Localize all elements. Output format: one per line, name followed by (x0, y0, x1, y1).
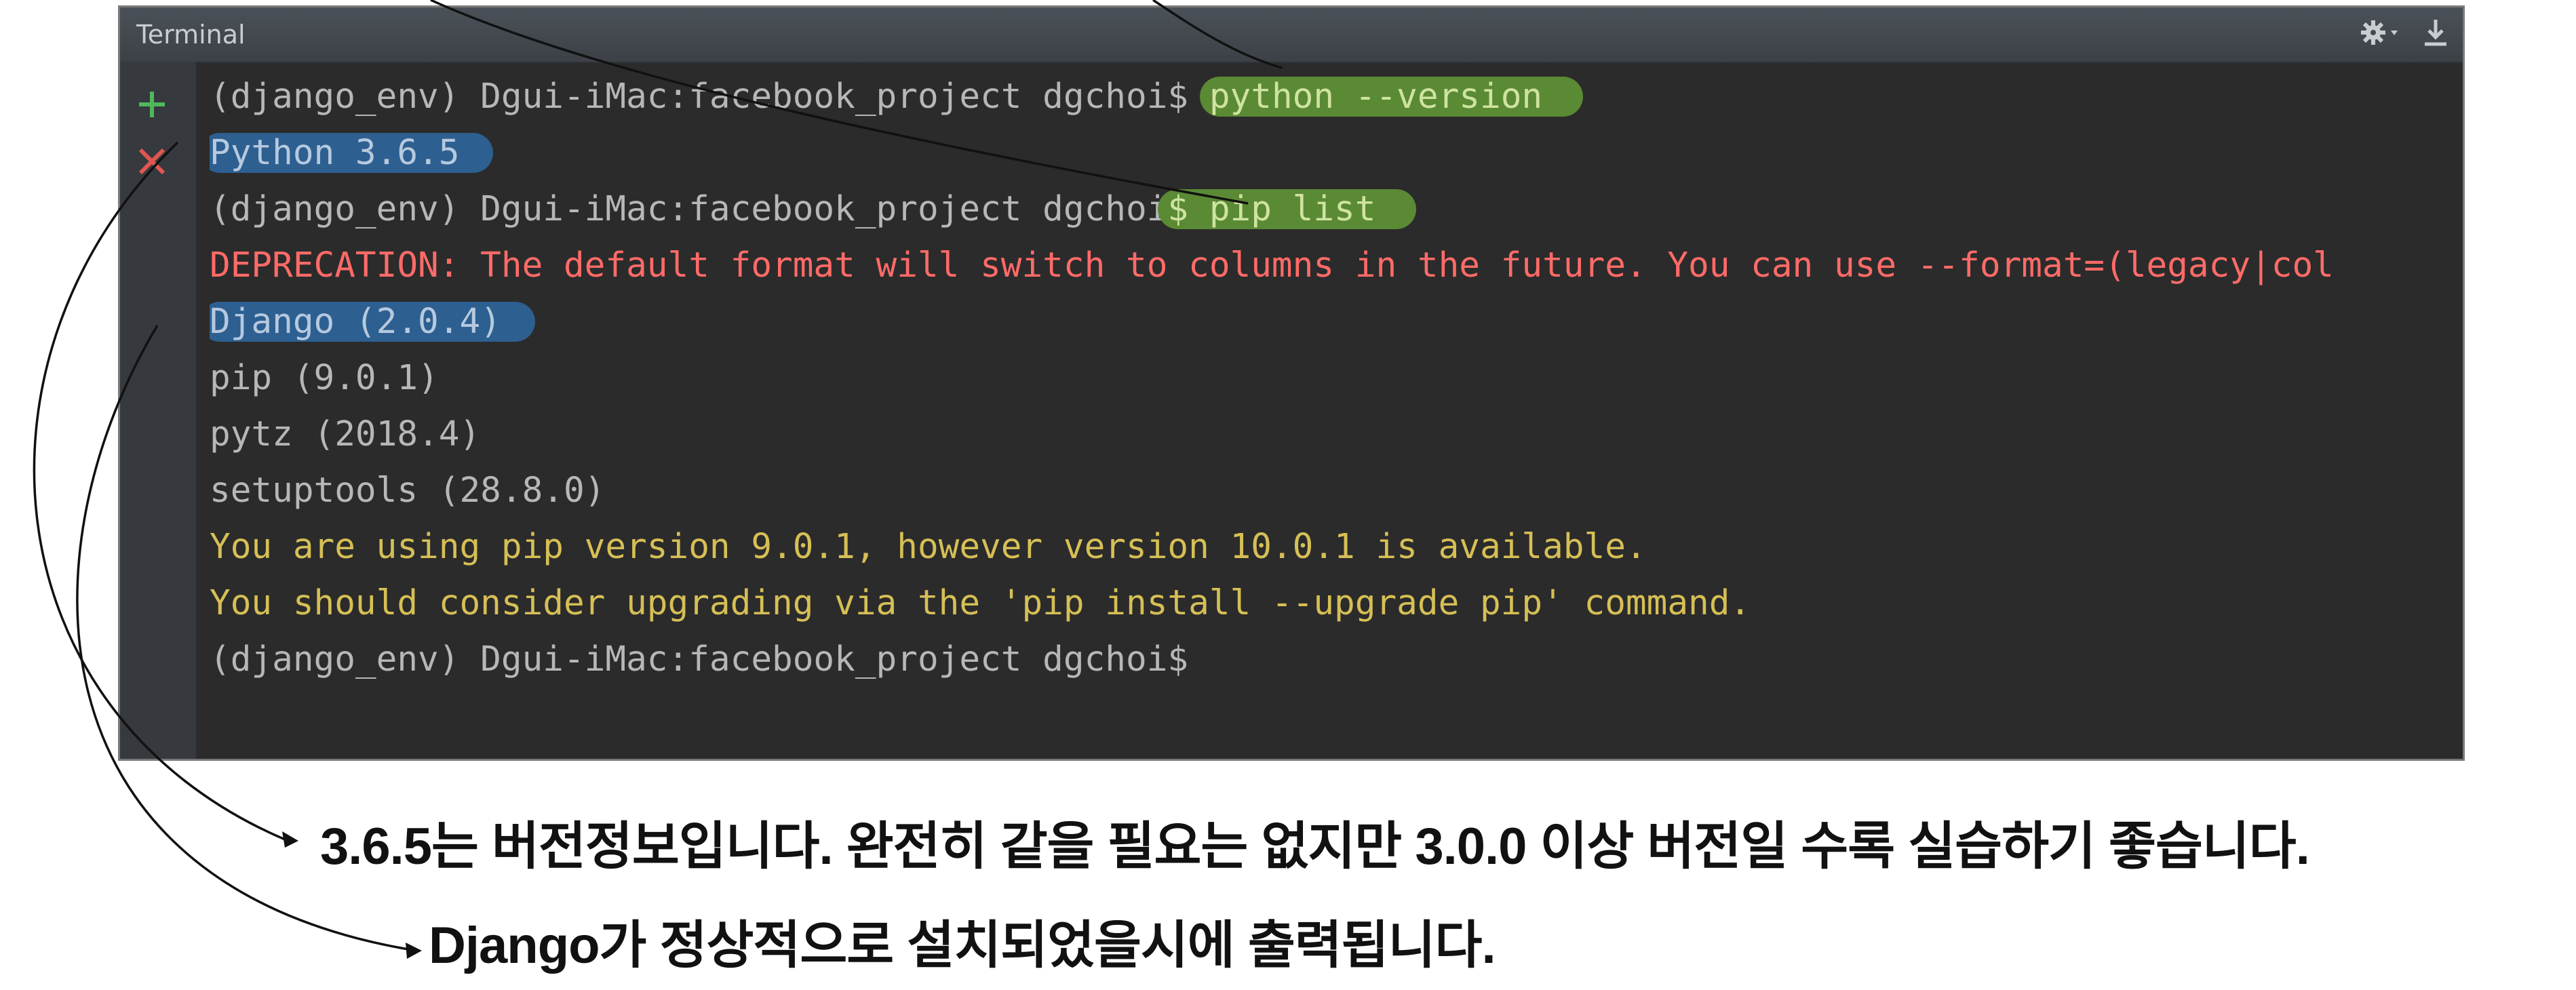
terminal-output[interactable]: (django_env) Dgui-iMac:facebook_project … (210, 68, 2463, 759)
version-note-caption: 3.6.5는 버전정보입니다. 완전히 같을 필요는 없지만 3.0.0 이상 … (320, 818, 2310, 875)
terminal-line: (django_env) Dgui-iMac:facebook_project … (210, 68, 2463, 125)
deprecation-warning-line: DEPRECATION: The default format will swi… (210, 245, 2334, 285)
terminal-titlebar: Terminal (120, 7, 2463, 63)
arrowhead-icon (282, 831, 298, 848)
terminal-line: Python 3.6.5 (210, 125, 2463, 181)
package-line: pytz (2018.4) (210, 414, 481, 454)
arrowhead-icon (406, 943, 422, 959)
command-text: $ pip list (1158, 189, 1417, 229)
hide-icon[interactable] (2422, 17, 2449, 52)
pip-upgrade-notice-line: You should consider upgrading via the 'p… (210, 583, 1751, 623)
terminal-line: (django_env) Dgui-iMac:facebook_project … (210, 181, 2463, 237)
shell-prompt-line: (django_env) Dgui-iMac:facebook_project … (210, 639, 1189, 679)
package-line: pip (9.0.1) (210, 358, 439, 398)
gear-icon[interactable] (2360, 17, 2403, 52)
package-line: setuptools (28.8.0) (210, 471, 606, 511)
shell-prompt: (django_env) Dgui-iMac:facebook_project … (210, 189, 1168, 229)
close-icon[interactable] (135, 144, 169, 178)
terminal-title: Terminal (136, 20, 246, 50)
terminal-window: Terminal (django_env) Dgui-iMac:facebook… (118, 5, 2465, 761)
terminal-gutter (120, 62, 197, 759)
plus-icon[interactable] (135, 87, 169, 121)
shell-prompt: (django_env) Dgui-iMac:facebook_project … (210, 77, 1209, 117)
pip-upgrade-notice-line: You are using pip version 9.0.1, however… (210, 527, 1647, 567)
terminal-line: Django (2.0.4) (210, 294, 2463, 350)
django-note-caption: Django가 정상적으로 설치되었을시에 출력됩니다. (429, 917, 1496, 974)
command-text: python --version (1199, 77, 1584, 117)
python-version-output: Python 3.6.5 (210, 133, 494, 173)
django-package-output: Django (2.0.4) (210, 302, 535, 342)
